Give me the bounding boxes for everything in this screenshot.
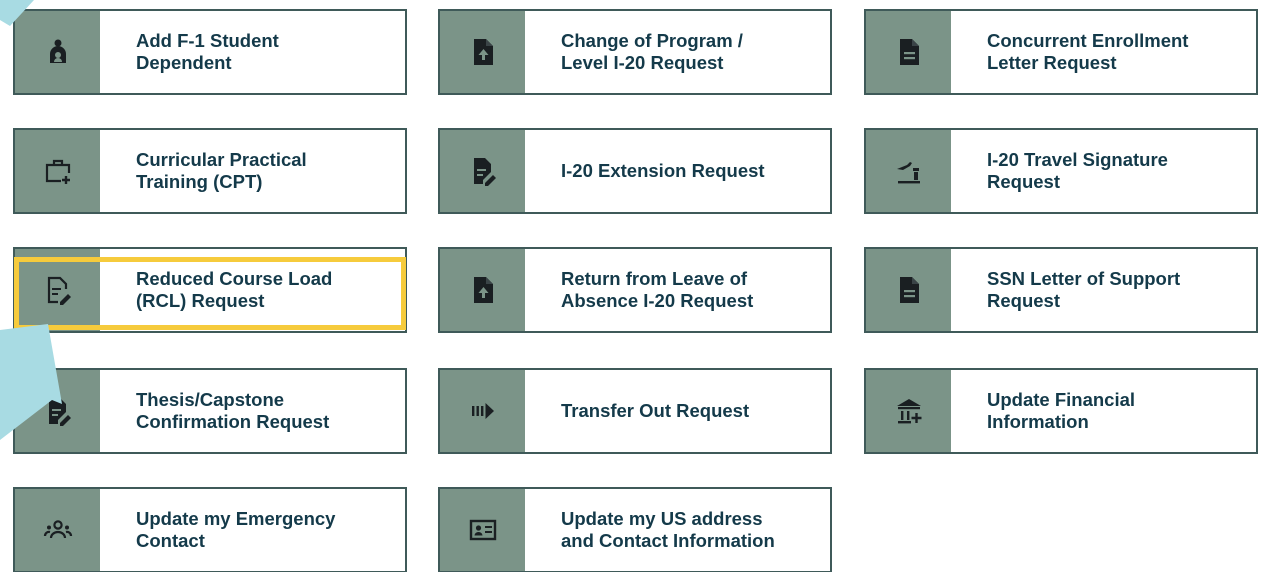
card-label: Curricular Practical Training (CPT) bbox=[136, 149, 307, 192]
airplane-departure-icon bbox=[866, 130, 951, 212]
return-from-leave-of-absence-request-button[interactable]: Return from Leave of Absence I-20 Reques… bbox=[438, 247, 832, 333]
bank-plus-icon bbox=[866, 370, 951, 452]
student-dependent-icon bbox=[15, 11, 100, 93]
concurrent-enrollment-letter-button[interactable]: Concurrent Enrollment Letter Request bbox=[864, 9, 1258, 95]
card-label: I-20 Travel Signature Request bbox=[987, 149, 1168, 192]
card-label: Transfer Out Request bbox=[561, 400, 750, 421]
i20-extension-request-button[interactable]: I-20 Extension Request bbox=[438, 128, 832, 214]
thesis-capstone-confirmation-request-button[interactable]: Thesis/Capstone Confirmation Request bbox=[13, 368, 407, 454]
contact-card-icon bbox=[440, 489, 525, 571]
file-edit-outline-icon bbox=[15, 249, 100, 331]
file-upload-icon bbox=[440, 11, 525, 93]
file-edit-icon bbox=[440, 130, 525, 212]
update-us-address-contact-information-button[interactable]: Update my US address and Contact Informa… bbox=[438, 487, 832, 572]
reduced-course-load-request-button[interactable]: Reduced Course Load (RCL) Request bbox=[13, 247, 407, 333]
file-edit-icon bbox=[15, 370, 100, 452]
card-label: Concurrent Enrollment Letter Request bbox=[987, 30, 1189, 73]
card-label: SSN Letter of Support Request bbox=[987, 268, 1181, 311]
card-label: Thesis/Capstone Confirmation Request bbox=[136, 389, 330, 432]
document-icon bbox=[866, 11, 951, 93]
card-label: Add F-1 Student Dependent bbox=[136, 30, 279, 73]
transfer-arrow-icon bbox=[440, 370, 525, 452]
card-label: Reduced Course Load (RCL) Request bbox=[136, 268, 333, 311]
transfer-out-request-button[interactable]: Transfer Out Request bbox=[438, 368, 832, 454]
group-contacts-icon bbox=[15, 489, 100, 571]
service-request-grid: Add F-1 Student Dependent Change of Prog… bbox=[0, 0, 1263, 572]
card-label: Update my US address and Contact Informa… bbox=[561, 508, 775, 551]
document-icon bbox=[866, 249, 951, 331]
card-label: Change of Program / Level I-20 Request bbox=[561, 30, 743, 73]
update-emergency-contact-button[interactable]: Update my Emergency Contact bbox=[13, 487, 407, 572]
card-label: Update Financial Information bbox=[987, 389, 1136, 432]
i20-travel-signature-request-button[interactable]: I-20 Travel Signature Request bbox=[864, 128, 1258, 214]
card-label: Return from Leave of Absence I-20 Reques… bbox=[561, 268, 754, 311]
ssn-letter-of-support-request-button[interactable]: SSN Letter of Support Request bbox=[864, 247, 1258, 333]
card-label: I-20 Extension Request bbox=[561, 160, 765, 181]
update-financial-information-button[interactable]: Update Financial Information bbox=[864, 368, 1258, 454]
change-of-program-request-button[interactable]: Change of Program / Level I-20 Request bbox=[438, 9, 832, 95]
card-label: Update my Emergency Contact bbox=[136, 508, 336, 551]
add-f1-student-dependent-button[interactable]: Add F-1 Student Dependent bbox=[13, 9, 407, 95]
file-upload-icon bbox=[440, 249, 525, 331]
briefcase-plus-icon bbox=[15, 130, 100, 212]
curricular-practical-training-button[interactable]: Curricular Practical Training (CPT) bbox=[13, 128, 407, 214]
